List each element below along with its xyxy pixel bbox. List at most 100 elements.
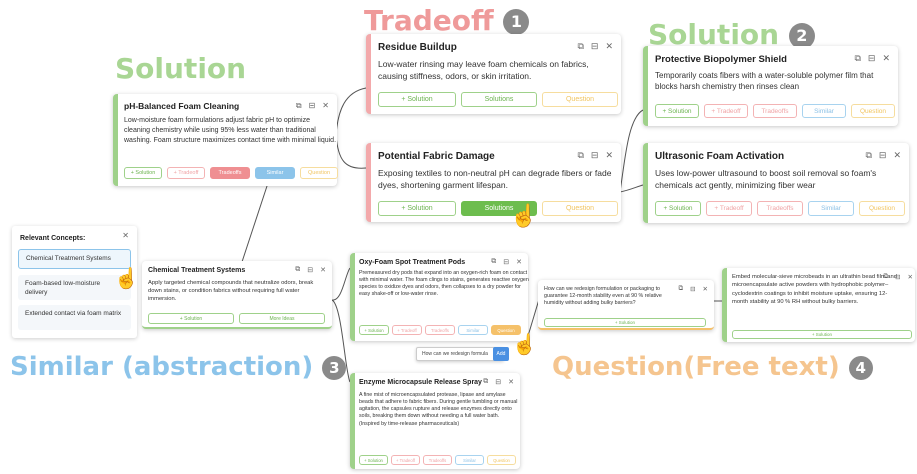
similar-button[interactable]: Similar bbox=[255, 167, 295, 179]
copy-icon[interactable]: ⧉ bbox=[865, 150, 871, 161]
tradeoff-heading-label: Tradeoff bbox=[364, 4, 494, 37]
close-icon[interactable]: ✕ bbox=[322, 101, 329, 111]
question-button[interactable]: Question bbox=[851, 104, 895, 118]
card-buttons: + Solution + Tradeoff Tradeoffs Similar … bbox=[655, 104, 895, 118]
card-potential-fabric-damage[interactable]: Potential Fabric Damage ⧉ ⊟ ✕ Exposing tex… bbox=[366, 143, 621, 222]
copy-icon[interactable]: ⧉ bbox=[854, 53, 860, 64]
bookmark-icon[interactable]: ⊟ bbox=[309, 101, 316, 111]
bookmark-icon[interactable]: ⊟ bbox=[591, 150, 599, 161]
card-question[interactable]: How can we redesign formulation or packa… bbox=[538, 280, 714, 330]
copy-icon[interactable]: ⧉ bbox=[295, 266, 300, 274]
add-solution-button[interactable]: + Solution bbox=[378, 201, 456, 216]
copy-icon[interactable]: ⧉ bbox=[577, 41, 583, 52]
connector-ph-damage bbox=[335, 134, 367, 169]
card-body: Premeasured dry pods that expand into an… bbox=[359, 270, 529, 298]
bookmark-icon[interactable]: ⊟ bbox=[690, 285, 695, 293]
bookmark-icon[interactable]: ⊟ bbox=[307, 266, 313, 274]
question-button[interactable]: Question bbox=[859, 201, 905, 216]
card-oxy-foam-pods[interactable]: Oxy-Foam Spot Treatment Pods ⧉ ⊟ ✕ Premeas… bbox=[350, 253, 529, 341]
close-icon[interactable]: ✕ bbox=[508, 378, 514, 386]
concept-item[interactable]: Extended contact via foam matrix bbox=[18, 305, 131, 330]
copy-icon[interactable]: ⧉ bbox=[883, 273, 888, 281]
bookmark-icon[interactable]: ⊟ bbox=[495, 378, 501, 386]
card-chemical-treatment-systems[interactable]: Chemical Treatment Systems ⧉ ⊟ ✕ Apply tar… bbox=[142, 261, 332, 329]
add-solution-button[interactable]: + Solution bbox=[544, 318, 706, 327]
add-solution-button[interactable]: + Solution bbox=[655, 201, 701, 216]
card-actions: ⧉ ⊟ ✕ bbox=[296, 101, 329, 111]
question-input[interactable]: How can we redesign formula bbox=[416, 347, 504, 361]
copy-icon[interactable]: ⧉ bbox=[296, 101, 302, 111]
close-icon[interactable]: ✕ bbox=[703, 285, 708, 293]
add-solution-button[interactable]: + Solution bbox=[378, 92, 456, 107]
more-ideas-button[interactable]: More Ideas bbox=[239, 313, 325, 324]
add-tradeoff-button[interactable]: + Tradeoff bbox=[392, 325, 422, 335]
hand-pointer-icon: ☝ bbox=[512, 334, 537, 356]
close-icon[interactable]: ✕ bbox=[605, 41, 613, 52]
card-residue-buildup[interactable]: Residue Buildup ⧉ ⊟ ✕ Low-water rinsing ma… bbox=[366, 34, 621, 114]
bookmark-icon[interactable]: ⊟ bbox=[879, 150, 887, 161]
card-body: Embed molecular-sieve microbeads in an u… bbox=[732, 274, 897, 306]
card-body: Uses low-power ultrasound to boost soil … bbox=[655, 168, 877, 191]
card-answer[interactable]: Embed molecular-sieve microbeads in an u… bbox=[722, 268, 915, 342]
card-actions: ⧉ ⊟ ✕ bbox=[854, 53, 890, 64]
solutions-button[interactable]: Solutions bbox=[461, 92, 537, 107]
close-icon[interactable]: ✕ bbox=[605, 150, 613, 161]
similar-heading: Similar (abstraction) 3 bbox=[10, 352, 347, 382]
tradeoffs-button[interactable]: Tradeoffs bbox=[425, 325, 455, 335]
bookmark-icon[interactable]: ⊟ bbox=[895, 273, 900, 281]
add-tradeoff-button[interactable]: + Tradeoff bbox=[167, 167, 205, 179]
add-solution-button[interactable]: + Solution bbox=[124, 167, 162, 179]
card-title: Ultrasonic Foam Activation bbox=[655, 151, 785, 162]
card-ultrasonic-foam-activation[interactable]: Ultrasonic Foam Activation ⧉ ⊟ ✕ Uses low-… bbox=[643, 143, 909, 223]
close-icon[interactable]: ✕ bbox=[882, 53, 890, 64]
add-solution-button[interactable]: + Solution bbox=[732, 330, 912, 339]
add-solution-button[interactable]: + Solution bbox=[359, 325, 389, 335]
copy-icon[interactable]: ⧉ bbox=[577, 150, 583, 161]
add-tradeoff-button[interactable]: + Tradeoff bbox=[391, 455, 420, 465]
card-actions: ⧉ ⊟ ✕ bbox=[865, 150, 901, 161]
close-icon[interactable]: ✕ bbox=[320, 266, 326, 274]
add-question-button[interactable]: Add bbox=[493, 347, 509, 361]
close-icon[interactable]: ✕ bbox=[122, 231, 129, 240]
add-solution-button[interactable]: + Solution bbox=[655, 104, 699, 118]
step-number-badge: 1 bbox=[503, 9, 530, 35]
question-button[interactable]: Question bbox=[487, 455, 516, 465]
add-tradeoff-button[interactable]: + Tradeoff bbox=[704, 104, 748, 118]
connector-ph-residue bbox=[335, 87, 367, 136]
similar-button[interactable]: Similar bbox=[455, 455, 484, 465]
question-button[interactable]: Question bbox=[300, 167, 338, 179]
card-body: Exposing textiles to non-neutral pH can … bbox=[378, 168, 612, 191]
bookmark-icon[interactable]: ⊟ bbox=[868, 53, 876, 64]
question-button[interactable]: Question bbox=[542, 201, 618, 216]
similar-heading-label: Similar (abstraction) bbox=[10, 352, 314, 382]
tradeoffs-button[interactable]: Tradeoffs bbox=[210, 167, 250, 179]
card-protective-biopolymer-shield[interactable]: Protective Biopolymer Shield ⧉ ⊟ ✕ Tempora… bbox=[643, 46, 898, 126]
add-tradeoff-button[interactable]: + Tradeoff bbox=[706, 201, 752, 216]
question-button[interactable]: Question bbox=[542, 92, 618, 107]
solution-heading-label: Solution bbox=[115, 52, 247, 85]
close-icon[interactable]: ✕ bbox=[893, 150, 901, 161]
copy-icon[interactable]: ⧉ bbox=[678, 285, 683, 293]
add-solution-button[interactable]: + Solution bbox=[359, 455, 388, 465]
connector-damage-ultrasonic bbox=[619, 184, 644, 193]
similar-button[interactable]: Similar bbox=[802, 104, 846, 118]
close-icon[interactable]: ✕ bbox=[908, 273, 913, 281]
card-actions: ⧉ ⊟ ✕ bbox=[295, 266, 326, 274]
similar-button[interactable]: Similar bbox=[808, 201, 854, 216]
copy-icon[interactable]: ⧉ bbox=[483, 378, 488, 386]
card-enzyme-microcapsule-spray[interactable]: Enzyme Microcapsule Release Spray ⧉ ⊟ ✕ A … bbox=[350, 373, 520, 469]
tradeoffs-button[interactable]: Tradeoffs bbox=[423, 455, 452, 465]
bookmark-icon[interactable]: ⊟ bbox=[591, 41, 599, 52]
card-actions: ⧉ ⊟ ✕ bbox=[483, 378, 514, 386]
card-title: Oxy-Foam Spot Treatment Pods bbox=[359, 259, 466, 266]
close-icon[interactable]: ✕ bbox=[516, 258, 522, 266]
bookmark-icon[interactable]: ⊟ bbox=[503, 258, 509, 266]
connector-damage-biopolymer bbox=[619, 109, 644, 193]
copy-icon[interactable]: ⧉ bbox=[491, 258, 496, 266]
tradeoffs-button[interactable]: Tradeoffs bbox=[757, 201, 803, 216]
add-solution-button[interactable]: + Solution bbox=[148, 313, 234, 324]
step-number-badge: 4 bbox=[848, 355, 873, 380]
tradeoffs-button[interactable]: Tradeoffs bbox=[753, 104, 797, 118]
card-ph-balanced-foam[interactable]: pH-Balanced Foam Cleaning ⧉ ⊟ ✕ Low-moistu… bbox=[113, 94, 338, 186]
similar-button[interactable]: Similar bbox=[458, 325, 488, 335]
